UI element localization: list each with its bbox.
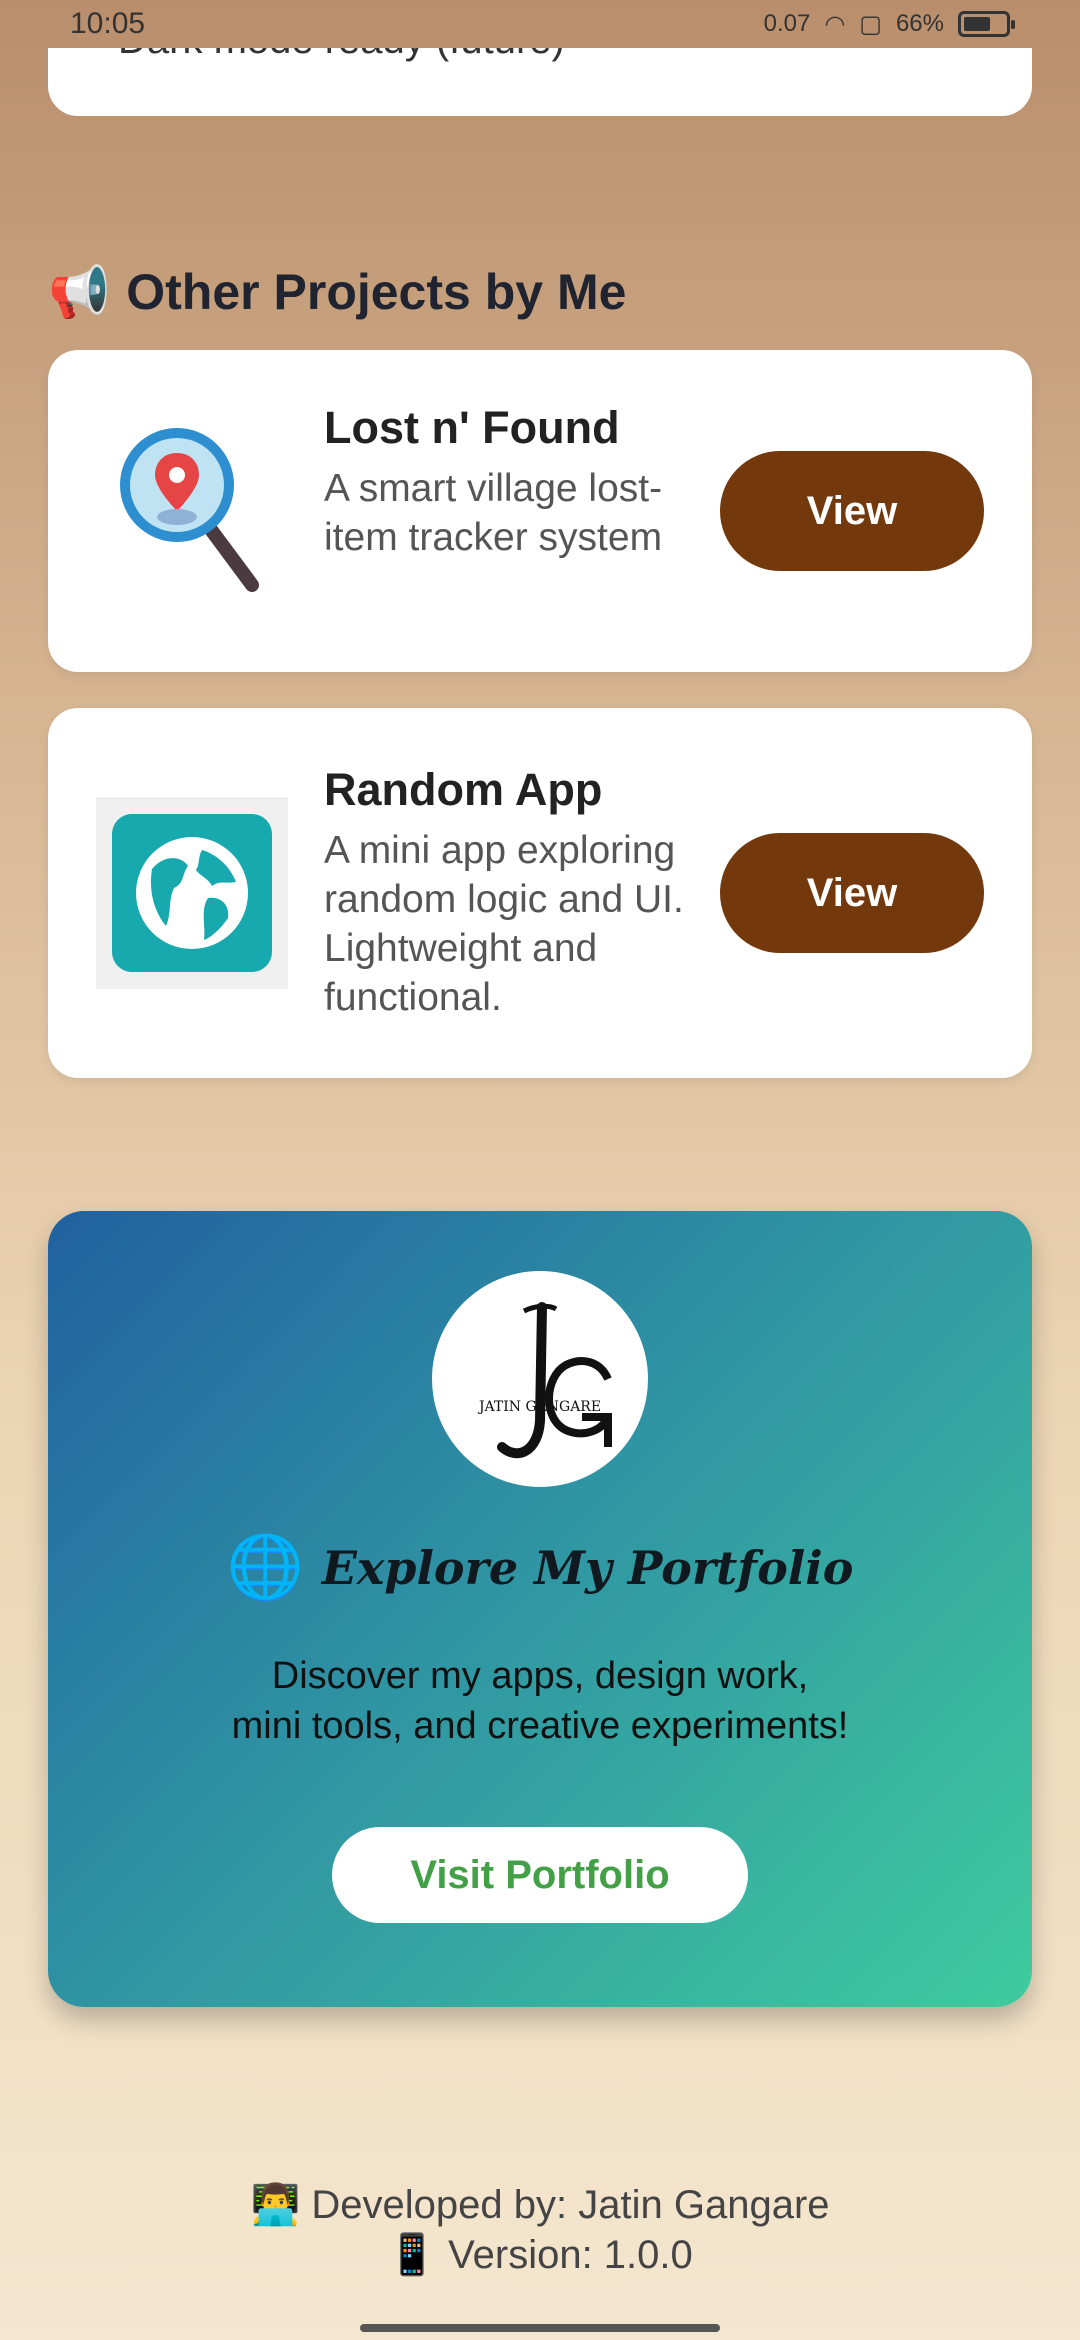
view-random-app-button[interactable]: View [720, 833, 984, 953]
portfolio-description-line: Discover my apps, design work, [271, 1655, 809, 1697]
project-card-lost-n-found: Lost n' Found A smart village lost-item … [48, 350, 1032, 672]
status-icons: 0.07 ◠ ▢ 66% [763, 10, 1015, 39]
portfolio-card: JATIN GANGARE 🌐 Explore My Portfolio Dis… [48, 1211, 1032, 2007]
section-title: 📢 Other Projects by Me [48, 260, 626, 324]
globe-app-icon [96, 797, 288, 989]
project-card-random-app: Random App A mini app exploring random l… [48, 708, 1032, 1078]
project-name: Random App [324, 764, 603, 815]
portfolio-heading: Explore My Portfolio [321, 1540, 854, 1595]
jg-logo: JATIN GANGARE [432, 1271, 648, 1487]
project-text: Random App A mini app exploring random l… [324, 764, 724, 1022]
status-bar: 10:05 0.07 ◠ ▢ 66% [0, 0, 1080, 48]
project-description: A smart village lost-item tracker system [324, 467, 663, 559]
battery-percent: 66% [895, 10, 944, 37]
developer-credit: 👨‍💻 Developed by: Jatin Gangare [250, 2183, 830, 2227]
battery-icon [958, 11, 1015, 37]
app-version: 📱 Version: 1.0.0 [387, 2233, 693, 2277]
section-title-text: Other Projects by Me [126, 264, 627, 320]
logo-text: JATIN GANGARE [477, 1399, 601, 1415]
wifi-icon: ◠ [824, 10, 846, 38]
battery-level [964, 17, 991, 31]
network-speed: 0.07 [763, 10, 811, 37]
portfolio-title: 🌐 Explore My Portfolio [48, 1531, 1032, 1604]
megaphone-icon: 📢 [48, 263, 111, 320]
magnifier-location-icon [96, 414, 288, 606]
home-indicator[interactable] [360, 2324, 720, 2332]
portfolio-description-line: mini tools, and creative experiments! [231, 1705, 849, 1747]
status-time: 10:05 [70, 7, 146, 40]
globe-icon: 🌐 [226, 1533, 304, 1602]
project-name: Lost n' Found [324, 402, 620, 453]
sim-icon: ▢ [859, 10, 882, 38]
project-text: Lost n' Found A smart village lost-item … [324, 402, 724, 562]
portfolio-description: Discover my apps, design work, mini tool… [128, 1651, 952, 1751]
view-lost-n-found-button[interactable]: View [720, 451, 984, 571]
footer: 👨‍💻 Developed by: Jatin Gangare 📱 Versio… [0, 2180, 1080, 2280]
visit-portfolio-button[interactable]: Visit Portfolio [332, 1827, 748, 1923]
feature-text: Dark mode ready (future) [118, 48, 565, 63]
project-description: A mini app exploring random logic and UI… [324, 829, 684, 1019]
feature-card: Dark mode ready (future) [48, 48, 1032, 116]
